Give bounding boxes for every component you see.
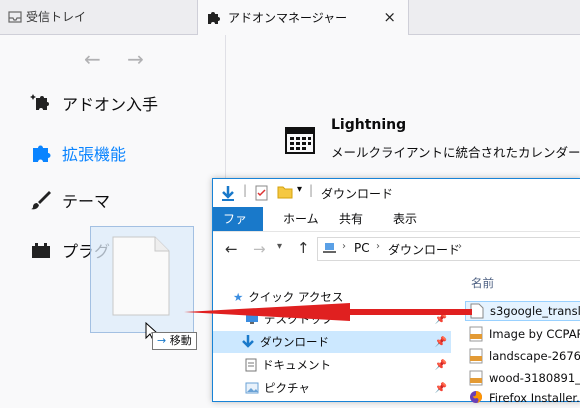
nav-documents[interactable]: ドキュメント 📌 (245, 354, 451, 376)
window-title: ダウンロード (321, 187, 394, 201)
list-item[interactable]: wood-3180891_9 (465, 368, 580, 388)
jpg-icon (469, 370, 483, 386)
sparkle-puzzle-icon (28, 92, 54, 114)
download-arrow-icon (221, 185, 235, 204)
category-get-addons[interactable]: アドオン入手 (28, 88, 158, 118)
document-icon (245, 358, 257, 372)
jpg-icon (469, 326, 483, 342)
extension-description: メールクライアントに統合されたカレンダーとス (331, 145, 580, 160)
drag-ghost (90, 226, 194, 333)
pin-icon[interactable]: 📌 (435, 383, 447, 394)
ribbon-tab-file[interactable]: ファイル (213, 207, 263, 250)
breadcrumb-downloads[interactable]: ダウンロード (388, 241, 460, 258)
move-drag-tooltip: → 移動 (152, 332, 197, 350)
ribbon-tab-view[interactable]: 表示 (383, 207, 427, 231)
quick-access-dropdown-icon[interactable]: ▾ (297, 184, 302, 195)
properties-icon[interactable] (255, 185, 269, 204)
puzzle-icon (28, 142, 54, 164)
list-item[interactable]: Firefox Installer.e (465, 388, 580, 408)
move-arrow-icon: → (157, 334, 167, 347)
ribbon-tabs: ファイル ホーム 共有 表示 (213, 207, 580, 250)
inbox-icon (8, 11, 22, 23)
tab-inbox[interactable]: 受信トレイ (0, 0, 196, 34)
nav-downloads[interactable]: ダウンロード 📌 (213, 331, 451, 353)
category-extensions[interactable]: 拡張機能 (28, 138, 126, 168)
drag-arrow-icon (184, 303, 472, 321)
new-folder-icon[interactable] (277, 185, 293, 202)
tab-addons-manager[interactable]: アドオンマネージャー × (197, 0, 409, 35)
download-arrow-icon (241, 334, 255, 350)
plugin-icon (28, 239, 54, 261)
brush-icon (28, 189, 54, 211)
file-explorer-window: | ▾ | ダウンロード ファイル ホーム 共有 表示 ← → ▾ ↑ › PC… (212, 178, 580, 405)
back-arrow-icon[interactable]: ← (225, 240, 238, 258)
forward-arrow-icon[interactable]: → (253, 240, 266, 258)
extension-title[interactable]: Lightning (331, 117, 406, 133)
ribbon-tab-home[interactable]: ホーム (273, 207, 329, 231)
column-header-name[interactable]: 名前 (471, 275, 494, 291)
category-label: アドオン入手 (62, 95, 159, 114)
puzzle-icon (206, 10, 222, 26)
calendar-icon (285, 126, 315, 154)
category-label: 拡張機能 (62, 145, 127, 164)
pin-icon[interactable]: 📌 (435, 360, 447, 371)
pin-icon[interactable]: 📌 (435, 337, 447, 348)
breadcrumb-pc[interactable]: PC (354, 241, 370, 255)
navigation-pane: ★ クイック アクセス デスクトップ 📌 ダウンロード 📌 ドキュメント 📌 ピ… (213, 267, 453, 401)
list-item[interactable]: Image by CCPAP (465, 324, 580, 344)
close-icon[interactable]: × (383, 0, 396, 34)
list-item[interactable]: landscape-26769 (465, 346, 580, 366)
tab-label: 受信トレイ (26, 10, 87, 24)
tab-label: アドオンマネージャー (228, 10, 348, 25)
recent-dropdown-icon[interactable]: ▾ (277, 241, 282, 252)
category-label: テーマ (62, 192, 111, 211)
jpg-icon (469, 348, 483, 364)
list-item[interactable]: s3google_transla (465, 301, 580, 321)
file-icon (112, 236, 170, 316)
address-bar-row: ← → ▾ ↑ › PC › ダウンロード › (213, 232, 580, 266)
category-themes[interactable]: テーマ (28, 185, 110, 215)
pictures-icon (245, 382, 259, 394)
pc-icon (322, 241, 336, 258)
file-list: 名前 s3google_transla Image by CCPAP lands… (465, 267, 580, 405)
explorer-titlebar: | ▾ | ダウンロード (213, 179, 580, 207)
nav-pictures[interactable]: ピクチャ 📌 (245, 377, 451, 399)
up-arrow-icon[interactable]: ↑ (297, 239, 310, 257)
history-nav-arrows[interactable]: ← → (84, 47, 154, 71)
address-path[interactable]: › PC › ダウンロード › (317, 237, 580, 261)
firefox-icon (469, 390, 483, 406)
ribbon-tab-share[interactable]: 共有 (329, 207, 373, 231)
